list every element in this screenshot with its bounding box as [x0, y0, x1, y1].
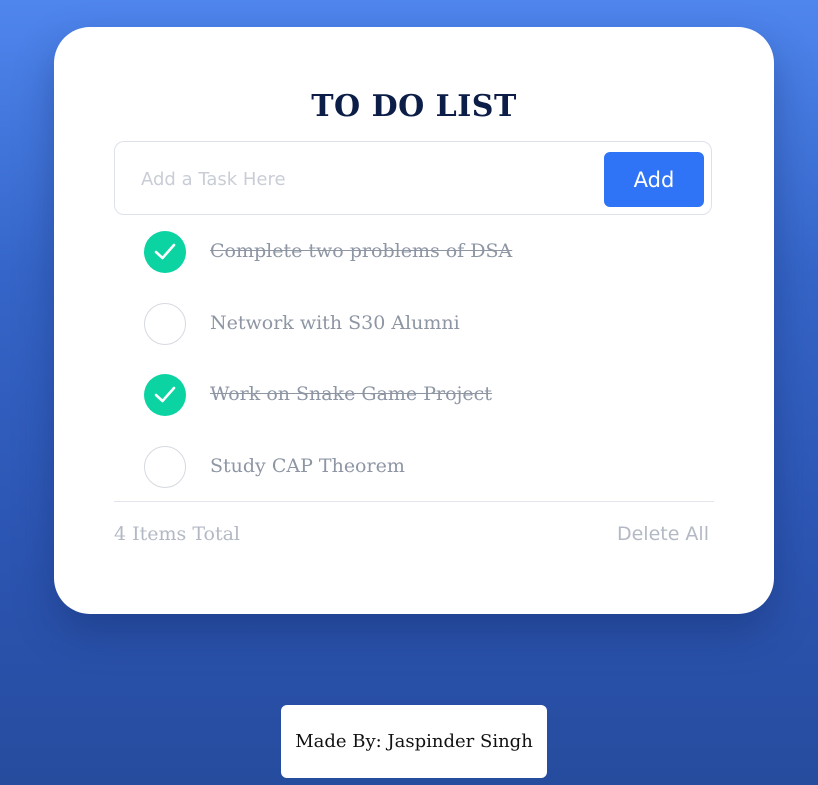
- page-title: TO DO LIST: [311, 89, 517, 124]
- items-count: 4 Items Total: [114, 523, 240, 545]
- todo-card: TO DO LIST Add Complete two problems of …: [54, 27, 774, 614]
- checkmark-icon: [154, 386, 176, 403]
- add-button[interactable]: Add: [604, 152, 704, 207]
- credit-text: Made By: Jaspinder Singh: [295, 731, 533, 752]
- task-input-container: Add: [114, 141, 712, 215]
- task-list: Complete two problems of DSA Network wit…: [144, 230, 704, 516]
- task-item: Network with S30 Alumni: [144, 302, 704, 374]
- task-item: Complete two problems of DSA: [144, 230, 704, 302]
- task-checkbox[interactable]: [144, 231, 186, 273]
- task-checkbox[interactable]: [144, 302, 186, 345]
- task-checkbox[interactable]: [144, 374, 186, 416]
- delete-all-button[interactable]: Delete All: [617, 523, 709, 545]
- task-label[interactable]: Complete two problems of DSA: [210, 240, 512, 262]
- checkmark-icon: [154, 243, 176, 260]
- divider: [114, 501, 714, 502]
- credit-box: Made By: Jaspinder Singh: [281, 705, 547, 778]
- task-checkbox[interactable]: [144, 445, 186, 488]
- task-label[interactable]: Network with S30 Alumni: [210, 312, 460, 334]
- task-input[interactable]: [139, 162, 583, 196]
- task-item: Work on Snake Game Project: [144, 373, 704, 445]
- task-label[interactable]: Study CAP Theorem: [210, 455, 405, 477]
- task-item: Study CAP Theorem: [144, 445, 704, 517]
- task-label[interactable]: Work on Snake Game Project: [210, 383, 492, 405]
